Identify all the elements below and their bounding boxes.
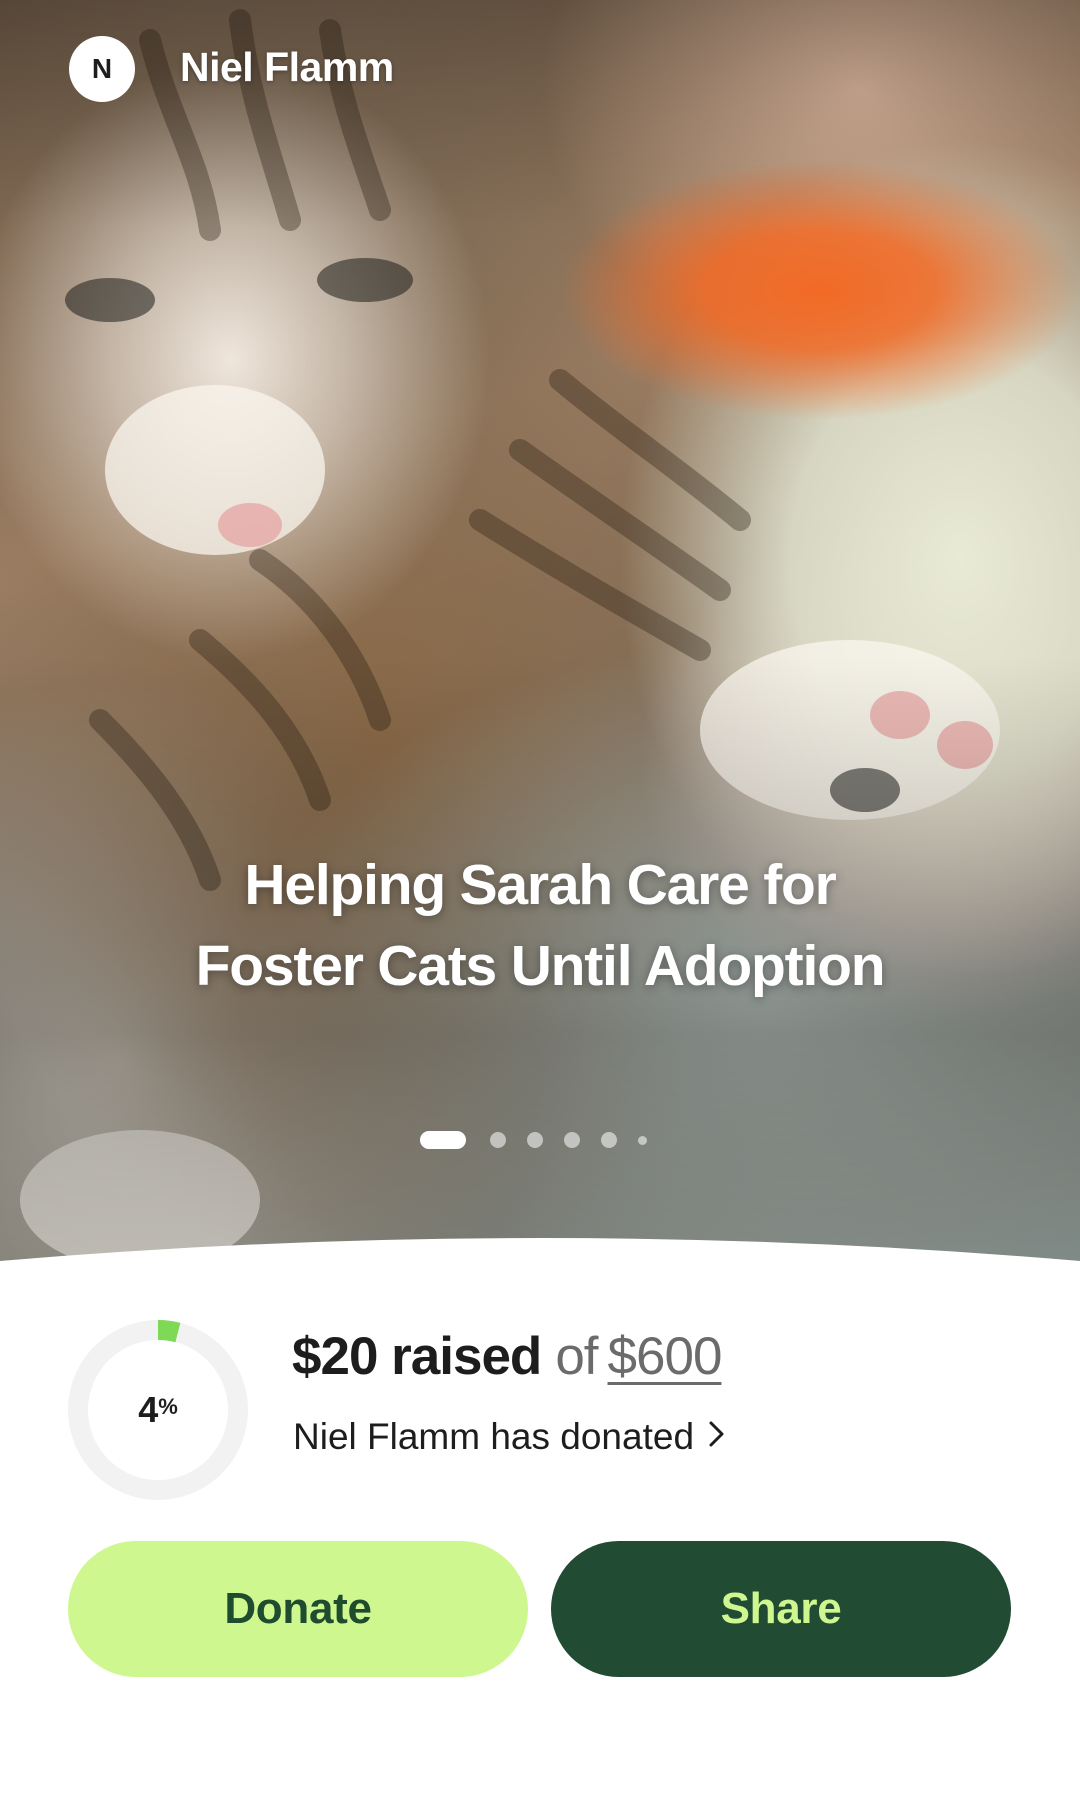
goal-amount-link[interactable]: $600 xyxy=(608,1327,723,1386)
progress-percent: 4% xyxy=(68,1320,248,1500)
hero-overlay xyxy=(0,0,1080,1262)
progress-percent-value: 4 xyxy=(138,1389,159,1430)
chevron-right-icon xyxy=(708,1416,726,1458)
carousel-dot[interactable] xyxy=(527,1132,543,1148)
raised-of: of xyxy=(555,1327,598,1386)
carousel-dot[interactable] xyxy=(601,1132,617,1148)
donor-note: Niel Flamm has donated xyxy=(293,1416,695,1457)
carousel-indicator[interactable] xyxy=(420,1130,668,1150)
organizer-name[interactable]: Niel Flamm xyxy=(180,44,394,91)
fundraiser-title: Helping Sarah Care for Foster Cats Until… xyxy=(195,853,886,998)
carousel-dot-active[interactable] xyxy=(420,1131,466,1149)
sheet-curve xyxy=(0,1238,1080,1285)
donors-link[interactable]: Niel Flamm has donated xyxy=(293,1416,726,1458)
share-button[interactable]: Share xyxy=(551,1541,1011,1677)
carousel-dot[interactable] xyxy=(490,1132,506,1148)
raised-amount: $20 raised xyxy=(292,1327,542,1386)
carousel-dot[interactable] xyxy=(638,1135,647,1145)
carousel-dot[interactable] xyxy=(564,1132,580,1148)
avatar[interactable]: N xyxy=(69,36,135,102)
amount-raised: $20 raised of $600 xyxy=(292,1326,723,1387)
donate-button[interactable]: Donate xyxy=(68,1541,528,1677)
hero-image[interactable] xyxy=(0,0,1080,1262)
percent-symbol: % xyxy=(158,1394,178,1419)
